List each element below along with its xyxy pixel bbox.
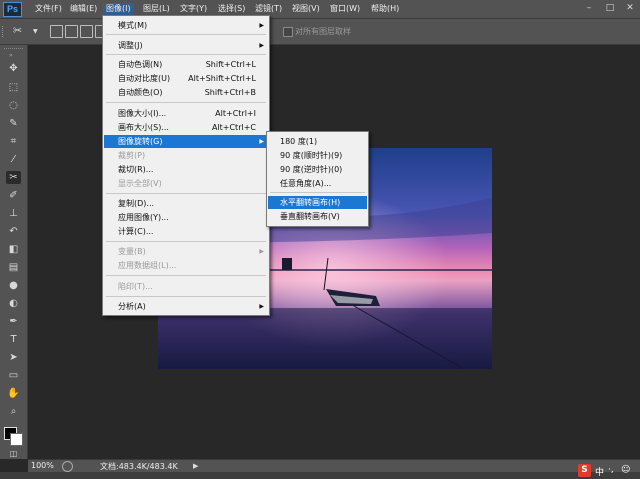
zoom-tool-icon[interactable]: ⌕ — [6, 405, 21, 418]
path-select-tool-icon[interactable]: ➤ — [6, 351, 21, 364]
menu-item-image-size[interactable]: 图像大小(I)... Alt+Ctrl+I — [104, 107, 268, 120]
sample-all-layers-label: 对所有图层取样 — [295, 27, 351, 36]
crop-tool-preset-icon[interactable]: ✂ — [13, 24, 22, 37]
photoshop-logo: Ps — [3, 2, 22, 17]
crop-tool-icon[interactable]: ⌗ — [6, 135, 21, 148]
mini-bridge-strip — [0, 472, 640, 479]
menu-item-auto-color[interactable]: 自动颜色(O) Shift+Ctrl+B — [104, 86, 268, 99]
blur-tool-icon[interactable]: ● — [6, 279, 21, 292]
menu-item-auto-tone[interactable]: 自动色调(N) Shift+Ctrl+L — [104, 58, 268, 71]
tools-panel: » ✥ ⬚ ◌ ✎ ⌗ ⁄ ✂ ✐ ⊥ ↶ ◧ ▤ ● ◐ ✒ T ➤ ▭ ✋ … — [0, 45, 28, 459]
menu-select[interactable]: 选择(S) — [215, 3, 248, 15]
ime-punct-icon[interactable]: ·, — [608, 465, 614, 475]
menu-item-canvas-size[interactable]: 画布大小(S)... Alt+Ctrl+C — [104, 121, 268, 134]
menu-filter[interactable]: 滤镜(T) — [252, 3, 285, 15]
menu-separator — [106, 193, 266, 194]
menu-edit[interactable]: 编辑(E) — [67, 3, 100, 15]
quick-mask-icon[interactable]: ◫ — [6, 447, 21, 460]
menu-separator — [106, 275, 266, 276]
image-menu-dropdown: 模式(M) ▶ 调整(J) ▶ 自动色调(N) Shift+Ctrl+L 自动对比度(… — [102, 15, 270, 316]
shape-tool-icon[interactable]: ▭ — [6, 369, 21, 382]
menu-item-variables: 变量(B) ▶ — [118, 247, 264, 256]
toolbar-grip — [4, 48, 23, 52]
ime-tray: S 中 ·, ☺ — [578, 463, 640, 479]
collapse-icon[interactable]: » — [9, 52, 13, 59]
status-menu-arrow-icon[interactable]: ▶ — [193, 462, 198, 470]
zoom-level[interactable]: 100% — [31, 461, 54, 470]
menu-bar: Ps 文件(F) 编辑(E) 图像(I) 图层(L) 文字(Y) 选择(S) 滤… — [0, 0, 640, 19]
menu-separator — [106, 34, 266, 35]
status-info-icon[interactable] — [62, 461, 73, 472]
menu-help[interactable]: 帮助(H) — [368, 3, 402, 15]
menu-item-duplicate[interactable]: 复制(D)... — [104, 197, 268, 210]
menu-separator — [106, 241, 266, 242]
menu-separator — [106, 54, 266, 55]
menu-item-auto-contrast[interactable]: 自动对比度(U) Alt+Shift+Ctrl+L — [104, 72, 268, 85]
document-size: 文档:483.4K/483.4K — [100, 462, 178, 471]
menu-separator — [106, 102, 266, 103]
grip-icon — [2, 26, 5, 37]
brush-tool-icon[interactable]: ✐ — [6, 189, 21, 202]
menu-item-calculations[interactable]: 计算(C)... — [104, 225, 268, 238]
menu-item-reveal-all: 显示全部(V) — [118, 179, 162, 188]
menu-type[interactable]: 文字(Y) — [177, 3, 210, 15]
selection-new-icon[interactable] — [50, 25, 63, 38]
ime-emoji-icon[interactable]: ☺ — [621, 465, 630, 475]
menu-layer[interactable]: 图层(L) — [140, 3, 173, 15]
dodge-tool-icon[interactable]: ◐ — [6, 297, 21, 310]
submenu-item-rotate-90-cw[interactable]: 90 度(顺时针)(9) — [268, 149, 367, 162]
marquee-tool-icon[interactable]: ⬚ — [6, 81, 21, 94]
menu-window[interactable]: 窗口(W) — [327, 3, 363, 15]
options-bar: ✂ ▼ 对所有图层取样 — [0, 19, 640, 45]
submenu-item-rotate-90-ccw[interactable]: 90 度(逆时针)(0) — [268, 163, 367, 176]
eraser-tool-icon[interactable]: ◧ — [6, 243, 21, 256]
menu-separator — [270, 192, 365, 193]
healing-tool-icon[interactable]: ✂ — [6, 171, 21, 184]
menu-item-analysis[interactable]: 分析(A) ▶ — [104, 300, 268, 313]
submenu-item-arbitrary[interactable]: 任意角度(A)... — [268, 177, 367, 190]
menu-separator — [106, 296, 266, 297]
submenu-item-flip-vertical[interactable]: 垂直翻转画布(V) — [268, 210, 367, 223]
sogou-ime-icon[interactable]: S — [578, 464, 591, 477]
menu-item-trim[interactable]: 裁切(R)... — [104, 163, 268, 176]
history-brush-tool-icon[interactable]: ↶ — [6, 225, 21, 238]
selection-subtract-icon[interactable] — [80, 25, 93, 38]
menu-item-crop: 裁剪(P) — [118, 151, 146, 160]
background-color-swatch[interactable] — [10, 433, 23, 446]
lasso-tool-icon[interactable]: ◌ — [6, 99, 21, 112]
menu-item-adjustments[interactable]: 调整(J) ▶ — [104, 39, 268, 52]
hand-tool-icon[interactable]: ✋ — [6, 387, 21, 400]
selection-add-icon[interactable] — [65, 25, 78, 38]
close-icon[interactable]: ✕ — [623, 2, 637, 15]
menu-view[interactable]: 视图(V) — [289, 3, 323, 15]
submenu-item-flip-horizontal[interactable]: 水平翻转画布(H) — [268, 196, 367, 209]
menu-item-image-rotation[interactable]: 图像旋转(G) ▶ — [104, 135, 268, 148]
chevron-down-icon[interactable]: ▼ — [33, 28, 38, 35]
gradient-tool-icon[interactable]: ▤ — [6, 261, 21, 274]
eyedropper-tool-icon[interactable]: ⁄ — [6, 153, 21, 166]
image-rotation-submenu: 180 度(1) 90 度(顺时针)(9) 90 度(逆时针)(0) 任意角度(… — [266, 131, 369, 227]
sample-all-layers-checkbox[interactable] — [283, 27, 293, 37]
status-bar: 100% 文档:483.4K/483.4K ▶ — [28, 459, 640, 473]
ime-lang-icon[interactable]: 中 — [595, 465, 604, 478]
type-tool-icon[interactable]: T — [6, 333, 21, 346]
menu-item-mode[interactable]: 模式(M) ▶ — [104, 19, 268, 32]
menu-item-trap: 陷印(T)... — [118, 282, 153, 291]
stamp-tool-icon[interactable]: ⊥ — [6, 207, 21, 220]
move-tool-icon[interactable]: ✥ — [6, 62, 21, 75]
menu-item-apply-image[interactable]: 应用图像(Y)... — [104, 211, 268, 224]
minimize-icon[interactable]: – — [582, 2, 596, 15]
menu-file[interactable]: 文件(F) — [32, 3, 65, 15]
pen-tool-icon[interactable]: ✒ — [6, 315, 21, 328]
menu-image[interactable]: 图像(I) — [103, 3, 134, 15]
quick-select-tool-icon[interactable]: ✎ — [6, 117, 21, 130]
maximize-icon[interactable]: □ — [603, 2, 617, 15]
menu-item-apply-data-set: 应用数据组(L)... — [118, 261, 177, 270]
submenu-item-rotate-180[interactable]: 180 度(1) — [268, 135, 367, 148]
